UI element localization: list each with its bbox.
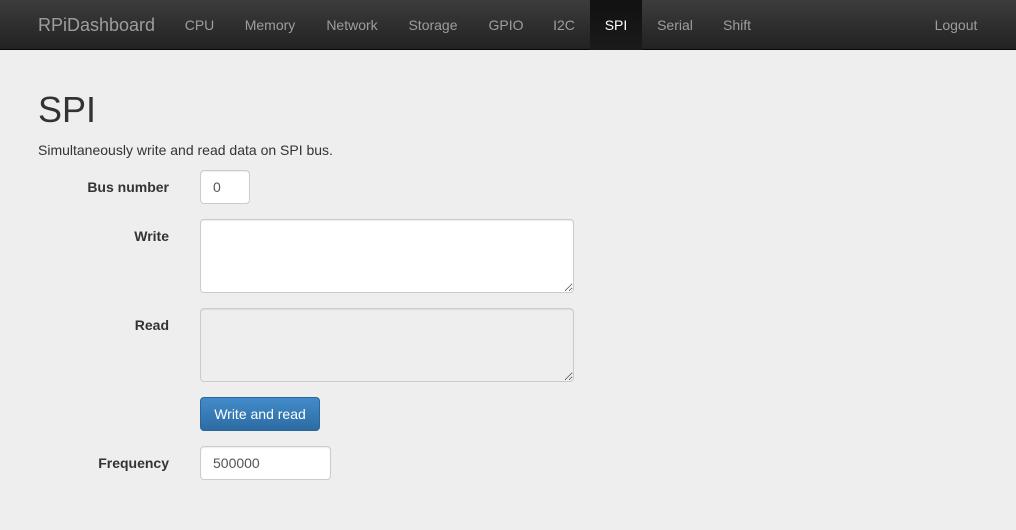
- nav-item-storage[interactable]: Storage: [394, 0, 472, 50]
- navbar: RPiDashboard CPU Memory Network Storage …: [0, 0, 1016, 50]
- write-and-read-button[interactable]: Write and read: [200, 397, 320, 431]
- read-textarea[interactable]: [200, 308, 574, 382]
- logout-link[interactable]: Logout: [918, 0, 994, 50]
- nav-item-i2c[interactable]: I2C: [540, 0, 588, 50]
- bus-number-input[interactable]: [200, 170, 250, 204]
- nav-item-spi[interactable]: SPI: [590, 0, 642, 50]
- nav-item-gpio[interactable]: GPIO: [474, 0, 538, 50]
- nav-item-network[interactable]: Network: [312, 0, 392, 50]
- brand-link[interactable]: RPiDashboard: [38, 0, 155, 50]
- write-textarea[interactable]: [200, 219, 574, 293]
- nav-item-shift[interactable]: Shift: [709, 0, 765, 50]
- nav-item-memory[interactable]: Memory: [230, 0, 310, 50]
- nav-item-serial[interactable]: Serial: [643, 0, 707, 50]
- bus-number-label: Bus number: [87, 179, 169, 195]
- write-label: Write: [134, 228, 169, 244]
- frequency-label: Frequency: [98, 455, 169, 471]
- read-label: Read: [134, 317, 169, 333]
- frequency-input[interactable]: [200, 446, 331, 480]
- nav-item-cpu[interactable]: CPU: [171, 0, 228, 50]
- page-title: SPI: [38, 89, 97, 130]
- page-description: Simultaneously write and read data on SP…: [38, 142, 333, 158]
